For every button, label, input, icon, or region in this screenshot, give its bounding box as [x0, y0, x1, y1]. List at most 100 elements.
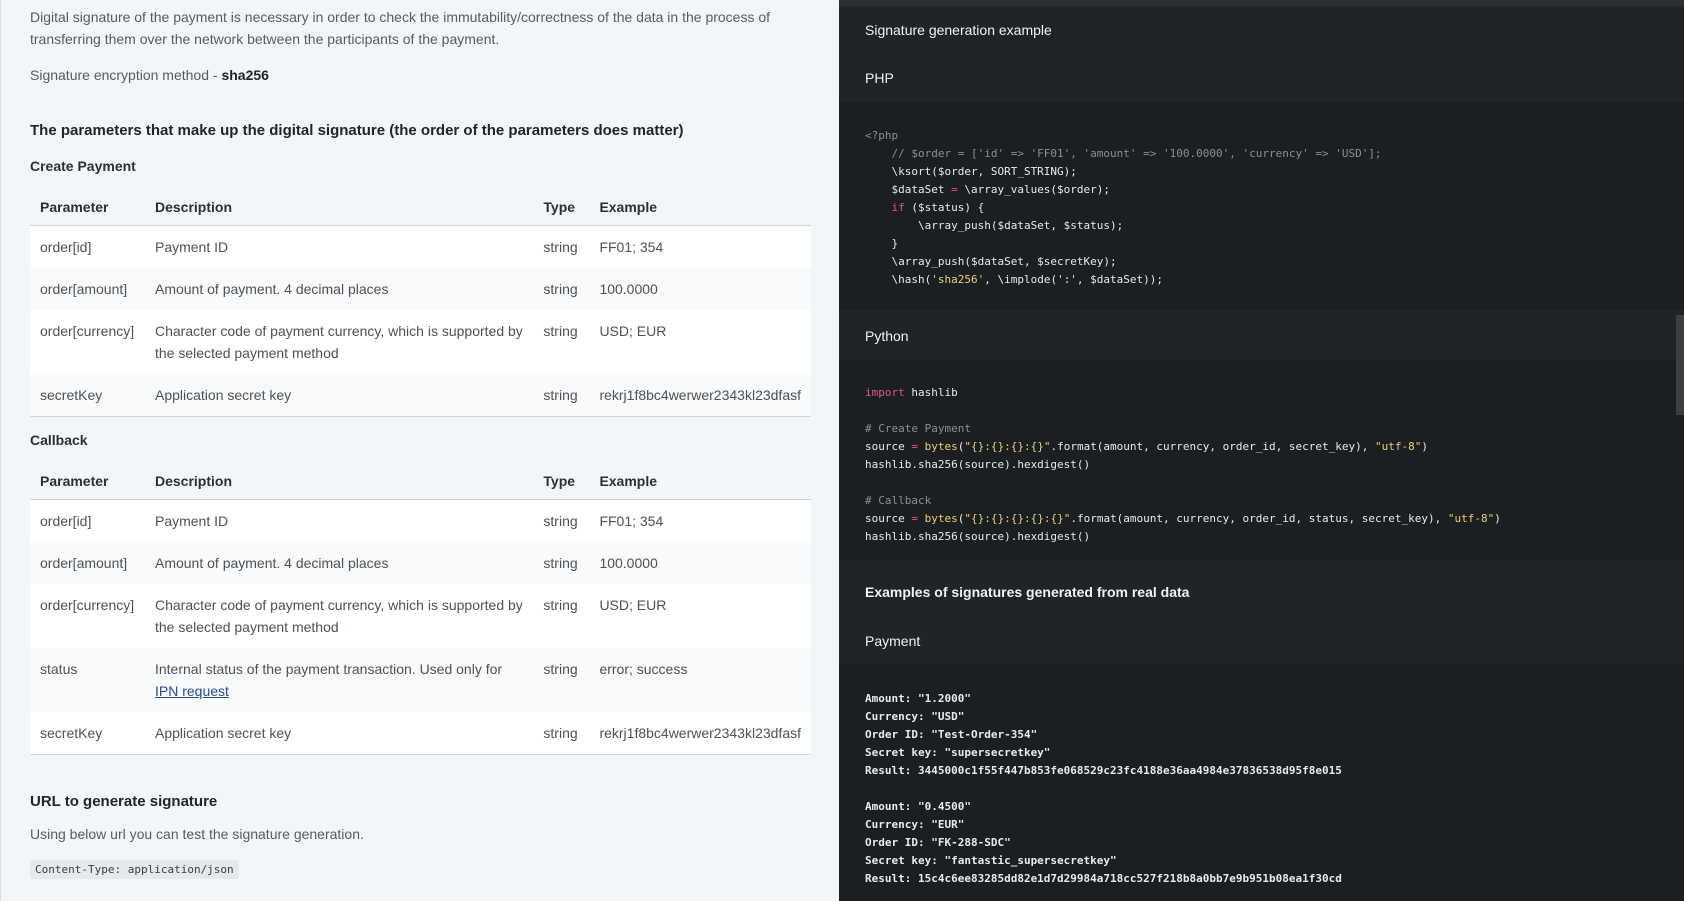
code-comment: # Callback: [865, 494, 932, 507]
ipn-request-link[interactable]: IPN request: [155, 683, 229, 699]
table-header-row: Parameter Description Type Example: [30, 188, 811, 226]
type-cell: string: [543, 725, 578, 741]
desc-cell: Character code of payment currency, whic…: [154, 597, 523, 635]
code-comment: // $order = ['id' => 'FF01', 'amount' =>…: [865, 147, 1382, 160]
col-example: Example: [589, 462, 811, 500]
create-payment-title: Create Payment: [30, 158, 136, 174]
desc-cell: Amount of payment. 4 decimal places: [154, 281, 389, 297]
python-label: Python: [865, 328, 909, 344]
type-cell: string: [543, 281, 578, 297]
examples-title: Examples of signatures generated from re…: [865, 584, 1190, 600]
param-cell: order[id]: [40, 239, 92, 255]
param-cell: order[id]: [40, 513, 92, 529]
type-cell: string: [543, 239, 578, 255]
desc-cell: Payment ID: [154, 513, 229, 529]
code-operator: =: [951, 183, 958, 196]
code-string: "{}:{}:{}:{}": [964, 440, 1051, 453]
code-panel: Signature generation example PHP <?php /…: [839, 0, 1684, 901]
php-open-tag: <?php: [865, 129, 899, 142]
col-description: Description: [144, 462, 534, 500]
col-parameter: Parameter: [30, 462, 145, 500]
example-cell: 100.0000: [599, 281, 658, 297]
table-row: order[currency] Character code of paymen…: [30, 584, 811, 648]
code-line: .format(amount, currency, order_id, stat…: [1070, 512, 1448, 525]
example-line: Currency: "USD": [865, 710, 965, 723]
example-line: Result: 15c4c6ee83285dd82e1d7d29984a718c…: [865, 872, 1342, 885]
code-line: \array_values($order);: [957, 183, 1111, 196]
desc-cell: Character code of payment currency, whic…: [154, 323, 523, 361]
example-line: Secret key: "supersecretkey": [865, 746, 1051, 759]
table-row: order[amount] Amount of payment. 4 decim…: [30, 268, 811, 310]
param-cell: secretKey: [40, 725, 103, 741]
code-line: \ksort($order, SORT_STRING);: [865, 165, 1077, 178]
param-cell: order[currency]: [40, 597, 135, 613]
code-line: hashlib: [904, 386, 958, 399]
example-cell: USD; EUR: [599, 597, 667, 613]
code-keyword: import: [865, 386, 905, 399]
example-line: Result: 3445000c1f55f447b853fe068529c23f…: [865, 764, 1342, 777]
intro-text: Digital signature of the payment is nece…: [30, 9, 771, 47]
params-title: The parameters that make up the digital …: [30, 122, 684, 139]
code-line: $dataSet: [865, 183, 952, 196]
url-description: Using below url you can test the signatu…: [30, 826, 364, 842]
type-cell: string: [543, 555, 578, 571]
col-example: Example: [589, 188, 811, 226]
method-label: Signature encryption method -: [30, 67, 222, 83]
type-cell: string: [543, 597, 578, 613]
code-line: hashlib.sha256(source).hexdigest(): [865, 530, 1091, 543]
example-cell: 100.0000: [599, 555, 658, 571]
table-row: secretKey Application secret key string …: [30, 374, 811, 417]
scrollbar-thumb[interactable]: [1676, 315, 1684, 415]
table-row: order[id] Payment ID string FF01; 354: [30, 225, 811, 268]
param-cell: order[amount]: [40, 281, 128, 297]
desc-cell: Payment ID: [154, 239, 229, 255]
example-line: Order ID: "FK-288-SDC": [865, 836, 1011, 849]
method-value: sha256: [221, 67, 269, 83]
col-type: Type: [533, 462, 590, 500]
type-cell: string: [543, 323, 578, 339]
example-cell: rekrj1f8bc4werwer2343kl23dfasf: [599, 387, 801, 403]
url-title: URL to generate signature: [30, 793, 218, 810]
code-keyword: if: [891, 201, 905, 214]
table-row: order[amount] Amount of payment. 4 decim…: [30, 542, 811, 584]
code-line: source: [865, 512, 912, 525]
code-builtin: bytes: [924, 512, 958, 525]
table-row: secretKey Application secret key string …: [30, 712, 811, 755]
payment-label: Payment: [865, 633, 921, 649]
param-cell: order[amount]: [40, 555, 128, 571]
code-line: .format(amount, currency, order_id, secr…: [1050, 440, 1375, 453]
code-line: , \implode(':', $dataSet));: [984, 273, 1164, 286]
example-line: Secret key: "fantastic_supersecretkey": [865, 854, 1117, 867]
example-line: Order ID: "Test-Order-354": [865, 728, 1038, 741]
payment-example-1: Amount: "1.2000" Currency: "USD" Order I…: [865, 690, 1342, 888]
type-cell: string: [543, 387, 578, 403]
table-row: order[id] Payment ID string FF01; 354: [30, 499, 811, 542]
code-comment: # Create Payment: [865, 422, 971, 435]
code-string: "{}:{}:{}:{}:{}": [964, 512, 1071, 525]
param-cell: secretKey: [40, 387, 103, 403]
code-string: "utf-8": [1374, 440, 1422, 453]
desc-cell: Application secret key: [154, 387, 292, 403]
signature-example-title: Signature generation example: [865, 22, 1052, 38]
code-line: ($status) {: [904, 201, 985, 214]
code-string: "utf-8": [1447, 512, 1495, 525]
col-parameter: Parameter: [30, 188, 145, 226]
type-cell: string: [543, 661, 578, 677]
desc-cell: Internal status of the payment transacti…: [145, 648, 533, 712]
code-line: \hash(: [865, 273, 932, 286]
callback-title: Callback: [30, 432, 88, 448]
example-cell: error; success: [599, 661, 688, 677]
example-cell: FF01; 354: [599, 513, 664, 529]
code-operator: =: [911, 440, 918, 453]
example-line: Amount: "1.2000": [865, 692, 971, 705]
table-row: status Internal status of the payment tr…: [30, 648, 811, 712]
code-line: hashlib.sha256(source).hexdigest(): [865, 458, 1091, 471]
php-label: PHP: [865, 70, 894, 86]
col-description: Description: [144, 188, 534, 226]
encryption-method: Signature encryption method - sha256: [30, 64, 269, 86]
code-builtin: bytes: [924, 440, 958, 453]
param-cell: order[currency]: [40, 323, 135, 339]
example-line: Currency: "EUR": [865, 818, 965, 831]
